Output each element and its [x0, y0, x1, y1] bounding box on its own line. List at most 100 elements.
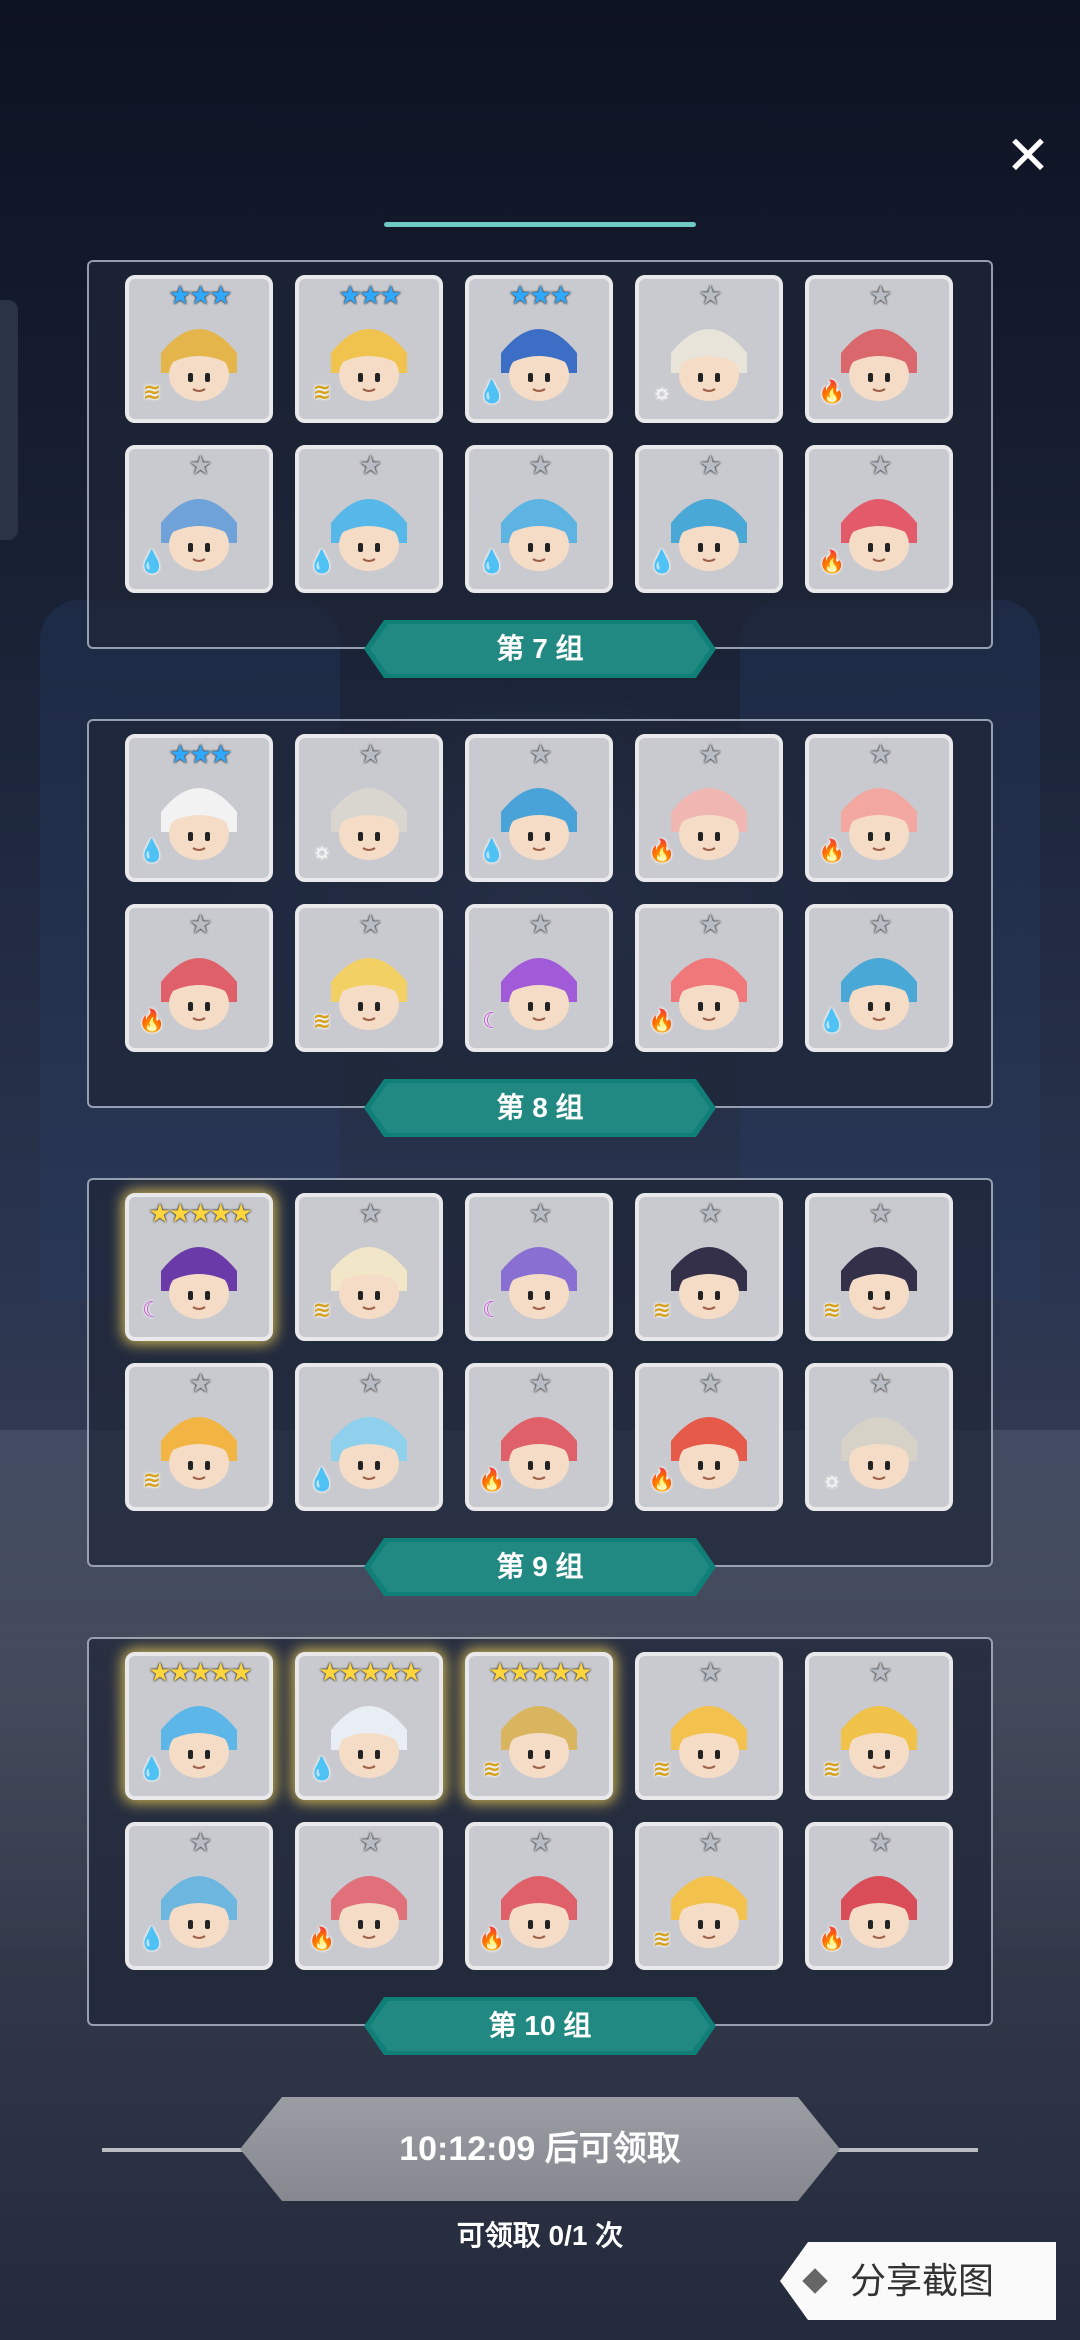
hero-card[interactable]: ★ 🔥: [805, 275, 953, 423]
wind-element-icon: ≋: [822, 1297, 842, 1322]
hero-card[interactable]: ★ 🔥: [805, 445, 953, 593]
hero-card[interactable]: ★ ☼: [805, 1363, 953, 1511]
hero-card[interactable]: ★★★★★ 💧: [295, 1652, 443, 1800]
hero-card[interactable]: ★ ☾: [465, 904, 613, 1052]
wind-element-icon: ≋: [652, 1926, 672, 1951]
hero-card[interactable]: ★ 🔥: [635, 734, 783, 882]
water-element-icon: 💧: [478, 379, 506, 404]
wind-element-icon: ≋: [312, 1297, 332, 1322]
fire-element-icon: 🔥: [478, 1467, 506, 1492]
water-element-icon: 💧: [138, 1756, 166, 1781]
star-rating-icon: ★★★★★: [318, 1657, 423, 1687]
star-rating-icon: ★★★★★: [148, 1657, 253, 1687]
hero-card[interactable]: ★ 🔥: [465, 1363, 613, 1511]
side-tab: [0, 300, 18, 540]
star-rating-icon: ★: [698, 450, 722, 480]
wind-element-icon: ≋: [312, 1008, 332, 1033]
star-rating-icon: ★: [698, 909, 722, 939]
star-rating-icon: ★: [868, 1198, 892, 1228]
hero-card[interactable]: ★★★ ≋: [295, 275, 443, 423]
hero-card[interactable]: ★ 💧: [465, 445, 613, 593]
hero-card[interactable]: ★ ≋: [635, 1822, 783, 1970]
star-rating-icon: ★: [188, 450, 212, 480]
diamond-icon: [802, 2268, 828, 2294]
hero-card[interactable]: ★ ☾: [465, 1193, 613, 1341]
star-rating-icon: ★: [358, 1827, 382, 1857]
hero-card[interactable]: ★ ≋: [805, 1652, 953, 1800]
hero-card[interactable]: ★ 🔥: [635, 904, 783, 1052]
hero-card[interactable]: ★ 💧: [295, 445, 443, 593]
fire-element-icon: 🔥: [818, 549, 846, 574]
star-rating-icon: ★: [528, 739, 552, 769]
hero-card[interactable]: ★ 💧: [295, 1363, 443, 1511]
close-icon[interactable]: ✕: [1000, 128, 1056, 184]
star-rating-icon: ★: [868, 450, 892, 480]
wind-element-icon: ≋: [482, 1756, 502, 1781]
star-rating-icon: ★: [188, 909, 212, 939]
water-element-icon: 💧: [478, 838, 506, 863]
hero-card[interactable]: ★ 🔥: [125, 904, 273, 1052]
star-rating-icon: ★★★: [168, 739, 233, 769]
water-element-icon: 💧: [308, 549, 336, 574]
hero-card[interactable]: ★ 🔥: [805, 1822, 953, 1970]
hero-card[interactable]: ★ ≋: [295, 904, 443, 1052]
hero-card[interactable]: ★ 🔥: [465, 1822, 613, 1970]
star-rating-icon: ★: [528, 450, 552, 480]
fire-element-icon: 🔥: [138, 1008, 166, 1033]
water-element-icon: 💧: [818, 1008, 846, 1033]
hero-card[interactable]: ★ 🔥: [635, 1363, 783, 1511]
hero-card[interactable]: ★ 💧: [805, 904, 953, 1052]
wind-element-icon: ≋: [652, 1297, 672, 1322]
star-rating-icon: ★: [188, 1368, 212, 1398]
hero-card[interactable]: ★★★ 💧: [465, 275, 613, 423]
star-rating-icon: ★★★: [168, 280, 233, 310]
wind-element-icon: ≋: [142, 1467, 162, 1492]
hero-card[interactable]: ★ ≋: [125, 1363, 273, 1511]
hero-card[interactable]: ★ ☼: [295, 734, 443, 882]
hero-card[interactable]: ★ ☼: [635, 275, 783, 423]
water-element-icon: 💧: [308, 1756, 336, 1781]
star-rating-icon: ★: [698, 1198, 722, 1228]
share-screenshot-button[interactable]: 分享截图: [780, 2242, 1056, 2320]
hero-card[interactable]: ★ ≋: [805, 1193, 953, 1341]
hero-card[interactable]: ★★★★★ 💧: [125, 1652, 273, 1800]
water-element-icon: 💧: [478, 549, 506, 574]
light-element-icon: ☼: [651, 379, 673, 404]
star-rating-icon: ★: [868, 739, 892, 769]
hero-card[interactable]: ★ ≋: [635, 1652, 783, 1800]
water-element-icon: 💧: [138, 549, 166, 574]
hero-card[interactable]: ★★★★★ ☾: [125, 1193, 273, 1341]
light-element-icon: ☼: [311, 838, 333, 863]
hero-card[interactable]: ★ 💧: [635, 445, 783, 593]
star-rating-icon: ★: [868, 280, 892, 310]
claim-button[interactable]: 10:12:09 后可领取: [240, 2097, 840, 2201]
star-rating-icon: ★: [528, 1368, 552, 1398]
hero-card[interactable]: ★ 🔥: [295, 1822, 443, 1970]
hero-card[interactable]: ★ 💧: [125, 445, 273, 593]
star-rating-icon: ★★★★★: [488, 1657, 593, 1687]
hero-card[interactable]: ★★★★★ ≋: [465, 1652, 613, 1800]
star-rating-icon: ★: [358, 450, 382, 480]
wind-element-icon: ≋: [312, 379, 332, 404]
hero-card[interactable]: ★★★ 💧: [125, 734, 273, 882]
water-element-icon: 💧: [138, 838, 166, 863]
star-rating-icon: ★: [698, 1827, 722, 1857]
hero-card[interactable]: ★ ≋: [635, 1193, 783, 1341]
hero-card[interactable]: ★ 💧: [125, 1822, 273, 1970]
dark-element-icon: ☾: [482, 1297, 502, 1322]
water-element-icon: 💧: [648, 549, 676, 574]
hero-card[interactable]: ★ ≋: [295, 1193, 443, 1341]
hero-card[interactable]: ★ 🔥: [805, 734, 953, 882]
group-label: 第 9 组: [364, 1538, 716, 1596]
share-screenshot-label: 分享截图: [850, 2260, 995, 2301]
star-rating-icon: ★: [358, 909, 382, 939]
star-rating-icon: ★: [868, 1368, 892, 1398]
star-rating-icon: ★★★: [338, 280, 403, 310]
fire-element-icon: 🔥: [648, 1467, 676, 1492]
wind-element-icon: ≋: [652, 1756, 672, 1781]
star-rating-icon: ★: [868, 1657, 892, 1687]
hero-card[interactable]: ★★★ ≋: [125, 275, 273, 423]
wind-element-icon: ≋: [822, 1756, 842, 1781]
group-label: 第 8 组: [364, 1079, 716, 1137]
hero-card[interactable]: ★ 💧: [465, 734, 613, 882]
